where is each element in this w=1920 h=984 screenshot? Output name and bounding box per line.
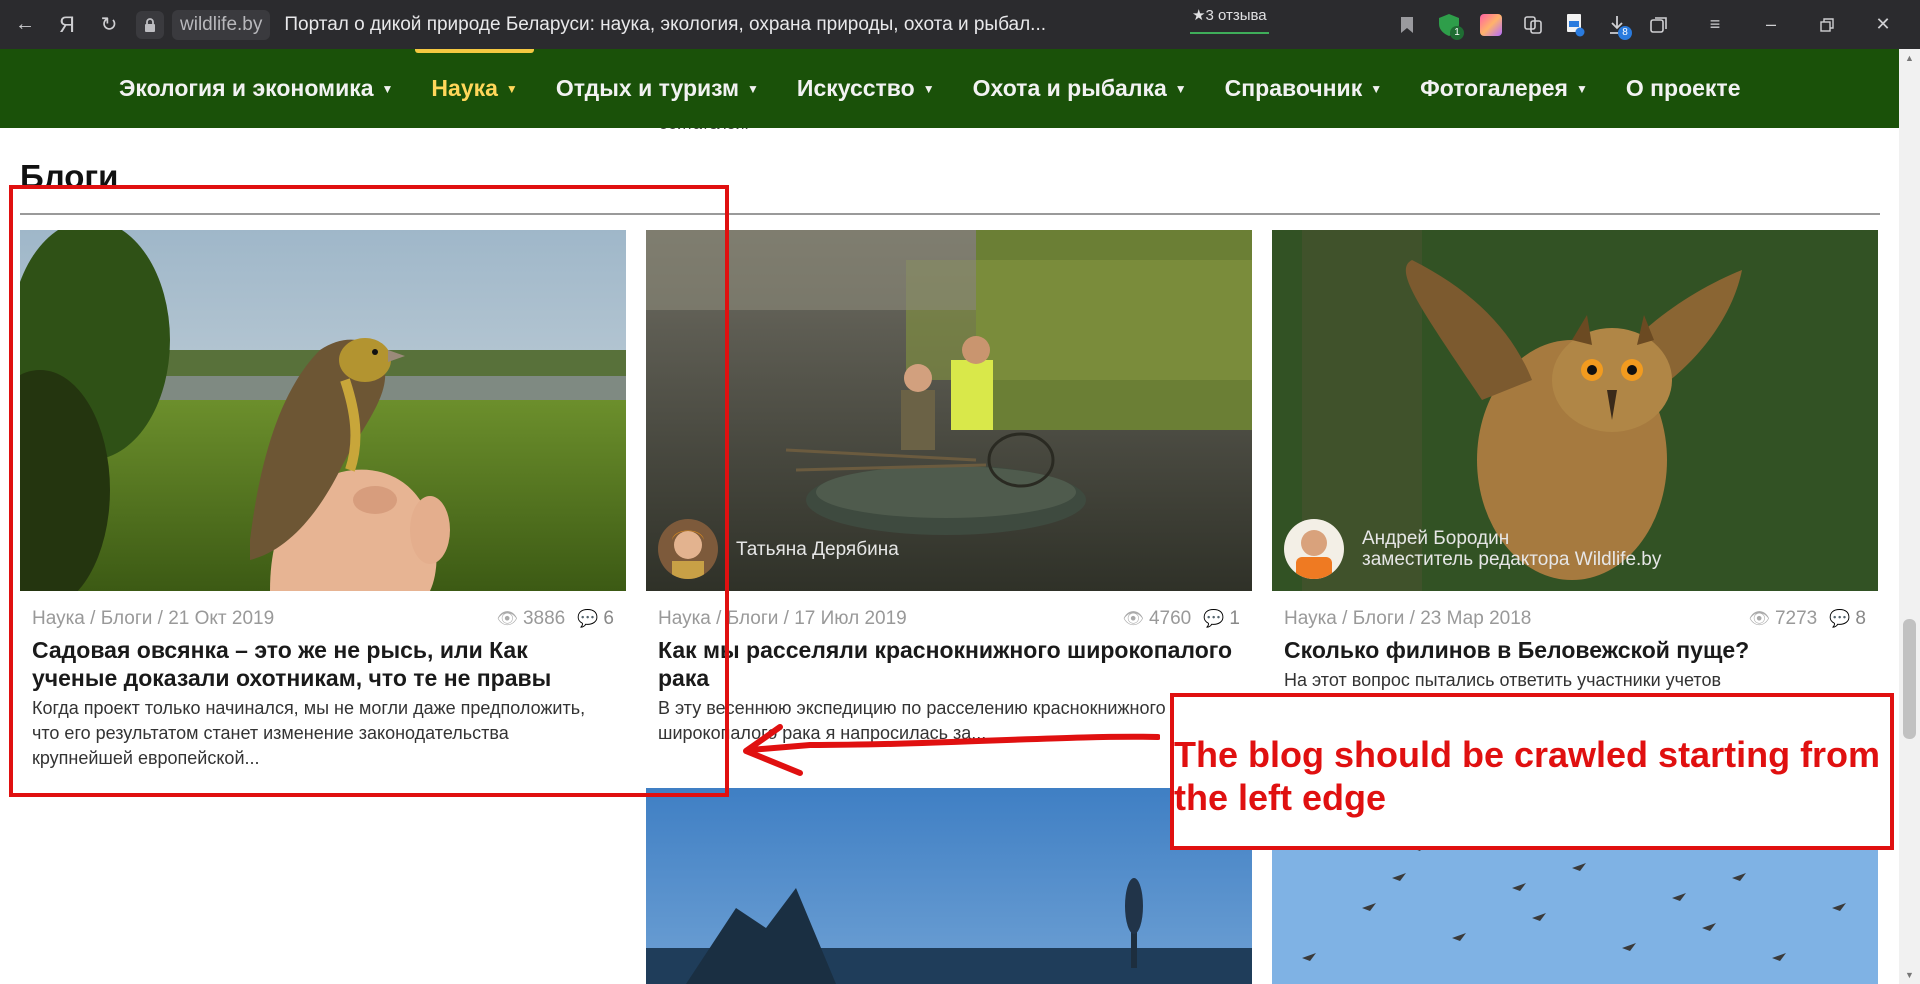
shield-badge: 1 [1450, 25, 1464, 40]
blog-card-title[interactable]: Сколько филинов в Беловежской пуще? [1284, 636, 1866, 664]
browser-toolbar: ← Я ↻ wildlife.by Портал о дикой природе… [0, 0, 1920, 49]
document-extension-icon[interactable] [1554, 8, 1596, 42]
author-role: заместитель редактора Wildlife.by [1362, 549, 1662, 570]
page-scrollbar[interactable]: ▲ ▼ [1899, 49, 1920, 984]
nav-item-label: О проекте [1625, 75, 1741, 101]
annotation-arrow [743, 724, 1160, 776]
address-domain[interactable]: wildlife.by [172, 9, 271, 40]
nav-item-art[interactable]: Искусство ▼ [797, 49, 935, 128]
nav-item-about[interactable]: О проекте [1626, 49, 1741, 128]
browser-actions: 1 8 ≡ – ✕ [1386, 0, 1920, 49]
caret-down-icon: ▼ [1174, 81, 1187, 96]
nav-item-label: Фотогалерея [1420, 75, 1568, 101]
nav-item-label: Искусство [796, 75, 915, 101]
back-arrow-icon[interactable]: ← [8, 8, 42, 42]
blog-card-stats: 👁 4760 💬 1 [1122, 608, 1240, 630]
blog-card-image[interactable]: Андрей Бородин заместитель редактора Wil… [1272, 230, 1878, 591]
views-count: 7273 [1774, 608, 1818, 629]
nav-item-ecology[interactable]: Экология и экономика ▼ [119, 49, 393, 128]
caret-down-icon: ▼ [1370, 81, 1383, 96]
tabs-icon[interactable] [1638, 8, 1680, 42]
eye-icon: 👁 [1122, 609, 1144, 628]
blog-card-image[interactable]: Татьяна Дерябина [646, 230, 1252, 591]
blog-card[interactable]: Татьяна Дерябина Наука / Блоги / 17 Июл … [646, 230, 1252, 746]
blog-card-title[interactable]: Как мы расселяли краснокнижного широкопа… [658, 636, 1240, 692]
nav-item-label: Экология и экономика [119, 75, 374, 101]
blog-card-meta: Наука / Блоги / 17 Июл 2019 👁 4760 💬 1 [658, 608, 1240, 630]
blog-card-meta: Наука / Блоги / 23 Мар 2018 👁 7273 💬 8 [1284, 608, 1866, 630]
active-indicator [415, 49, 534, 53]
nav-item-label: Наука [431, 75, 498, 101]
nav-item-science[interactable]: Наука ▼ [415, 49, 534, 128]
page-title: Портал о дикой природе Беларуси: наука, … [284, 13, 1046, 35]
scroll-up-icon[interactable]: ▲ [1905, 53, 1914, 63]
minimize-icon[interactable]: – [1750, 8, 1792, 42]
caret-down-icon: ▼ [505, 81, 518, 96]
bookmark-icon[interactable] [1386, 8, 1428, 42]
yandex-logo-icon[interactable]: Я [50, 8, 84, 42]
reviews-underline [1190, 32, 1269, 34]
annotation-note-box: The blog should be crawled starting from… [1170, 693, 1894, 850]
comments-count: 1 [1229, 608, 1240, 629]
nav-item-label: Отдых и туризм [555, 75, 740, 101]
caret-down-icon: ▼ [922, 81, 935, 96]
annotation-note: The blog should be crawled starting from… [1174, 734, 1881, 818]
nav-item-tourism[interactable]: Отдых и туризм ▼ [556, 49, 759, 128]
shield-extension-icon[interactable]: 1 [1428, 8, 1470, 42]
blog-card-image[interactable] [646, 788, 1252, 984]
author-name: Татьяна Дерябина [736, 538, 899, 560]
reload-icon[interactable]: ↻ [92, 8, 126, 42]
scroll-down-icon[interactable]: ▼ [1905, 970, 1914, 980]
reviews-button[interactable]: ★3 отзыва [1186, 6, 1273, 38]
blog-card-author[interactable]: Андрей Бородин заместитель редактора Wil… [1284, 519, 1661, 579]
comments-count: 8 [1855, 608, 1866, 629]
caret-down-icon: ▼ [1575, 81, 1588, 96]
author-avatar[interactable] [1284, 519, 1344, 579]
eye-icon: 👁 [1748, 609, 1770, 628]
views-count: 4760 [1148, 608, 1192, 629]
address-bar[interactable]: wildlife.by Портал о дикой природе Белар… [136, 8, 1046, 42]
nav-item-hunting[interactable]: Охота и рыбалка ▼ [973, 49, 1187, 128]
highlight-box [9, 185, 729, 797]
comments-icon: 💬 [1829, 609, 1851, 628]
downloads-badge: 8 [1618, 25, 1632, 40]
collections-icon[interactable] [1512, 8, 1554, 42]
scrollbar-thumb[interactable] [1903, 619, 1916, 739]
gradient-extension-icon[interactable] [1470, 8, 1512, 42]
blog-card-stats: 👁 7273 💬 8 [1748, 608, 1866, 630]
caret-down-icon: ▼ [381, 81, 394, 96]
site-nav: Экология и экономика ▼ Наука ▼ Отдых и тур… [0, 49, 1899, 128]
blog-card-excerpt: На этот вопрос пытались ответить участни… [1284, 670, 1722, 690]
lock-icon[interactable] [136, 10, 164, 39]
close-icon[interactable]: ✕ [1862, 8, 1904, 42]
caret-down-icon: ▼ [747, 81, 759, 96]
restore-icon[interactable] [1806, 8, 1848, 42]
menu-icon[interactable]: ≡ [1694, 8, 1736, 42]
nav-item-gallery[interactable]: Фотогалерея ▼ [1420, 49, 1588, 128]
nav-item-reference[interactable]: Справочник ▼ [1225, 49, 1382, 128]
reviews-label: ★3 отзыва [1192, 7, 1267, 24]
downloads-icon[interactable]: 8 [1596, 8, 1638, 42]
comments-icon: 💬 [1203, 609, 1225, 628]
blog-card[interactable]: Андрей Бородин заместитель редактора Wil… [1272, 230, 1878, 693]
nav-item-label: Охота и рыбалка [972, 75, 1167, 101]
nav-item-label: Справочник [1224, 75, 1363, 101]
blog-card-category[interactable]: Наука / Блоги / 23 Мар 2018 [1284, 608, 1531, 630]
author-name: Андрей Бородин [1362, 528, 1510, 549]
